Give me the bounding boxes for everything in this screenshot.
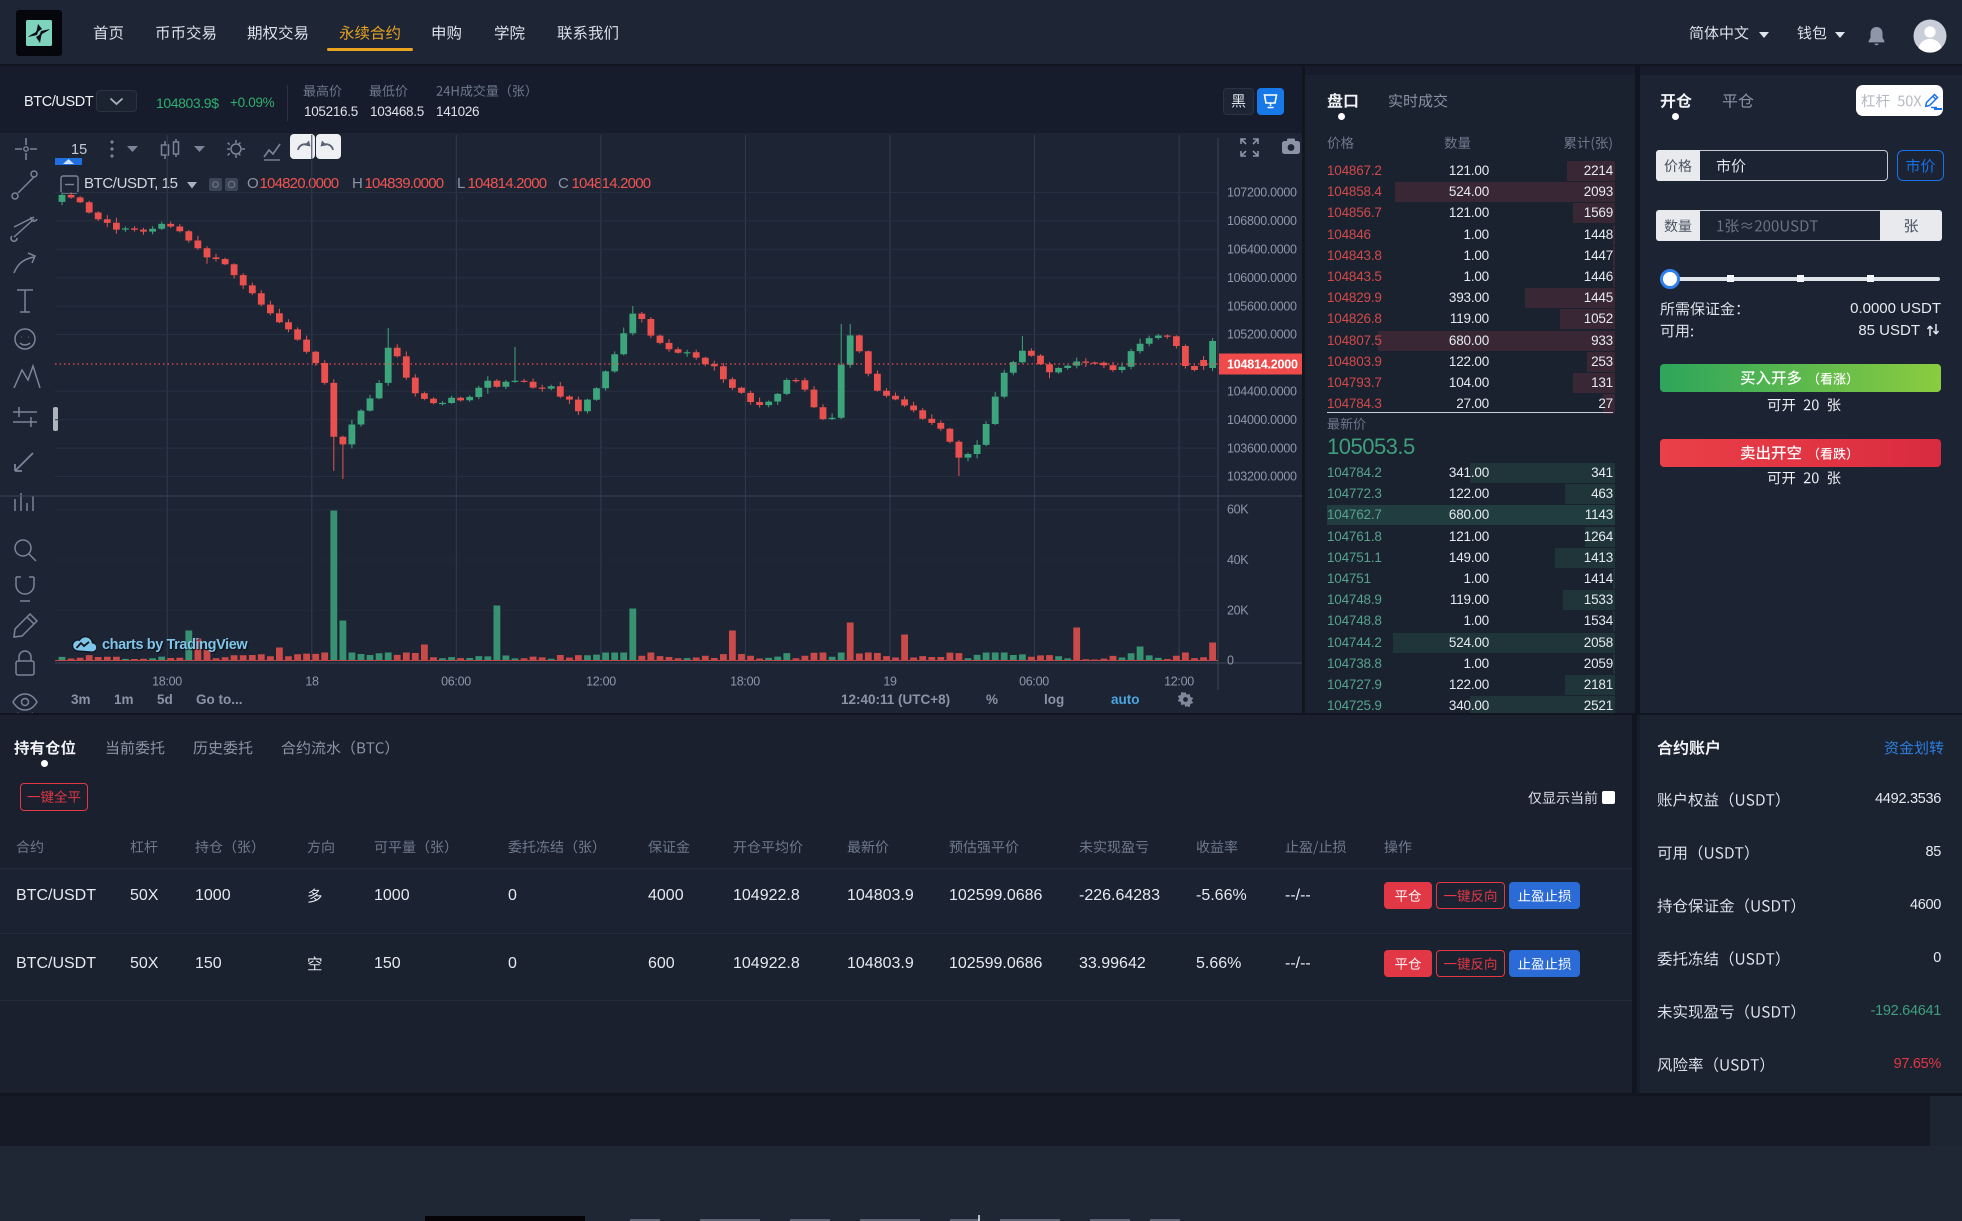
svg-text:103600.0000: 103600.0000	[1227, 441, 1297, 455]
svg-text:106000.0000: 106000.0000	[1227, 271, 1297, 285]
svg-text:107200.0000: 107200.0000	[1227, 186, 1297, 200]
svg-text:12:00: 12:00	[1164, 675, 1194, 689]
svg-text:18:00: 18:00	[730, 675, 760, 689]
svg-text:40K: 40K	[1227, 553, 1249, 567]
svg-text:19: 19	[883, 675, 897, 689]
svg-text:18:00: 18:00	[152, 675, 182, 689]
svg-text:104000.0000: 104000.0000	[1227, 413, 1297, 427]
svg-text:104814.2000: 104814.2000	[1227, 358, 1298, 372]
svg-text:06:00: 06:00	[441, 675, 471, 689]
svg-text:12:00: 12:00	[586, 675, 616, 689]
svg-text:104400.0000: 104400.0000	[1227, 385, 1297, 399]
svg-text:0: 0	[1227, 654, 1234, 668]
svg-text:105600.0000: 105600.0000	[1227, 299, 1297, 313]
svg-text:06:00: 06:00	[1019, 675, 1049, 689]
svg-text:106400.0000: 106400.0000	[1227, 243, 1297, 257]
svg-text:105200.0000: 105200.0000	[1227, 328, 1297, 342]
svg-text:106800.0000: 106800.0000	[1227, 214, 1297, 228]
svg-text:60K: 60K	[1227, 503, 1249, 517]
svg-text:20K: 20K	[1227, 604, 1249, 618]
svg-text:18: 18	[305, 675, 319, 689]
svg-text:103200.0000: 103200.0000	[1227, 470, 1297, 484]
